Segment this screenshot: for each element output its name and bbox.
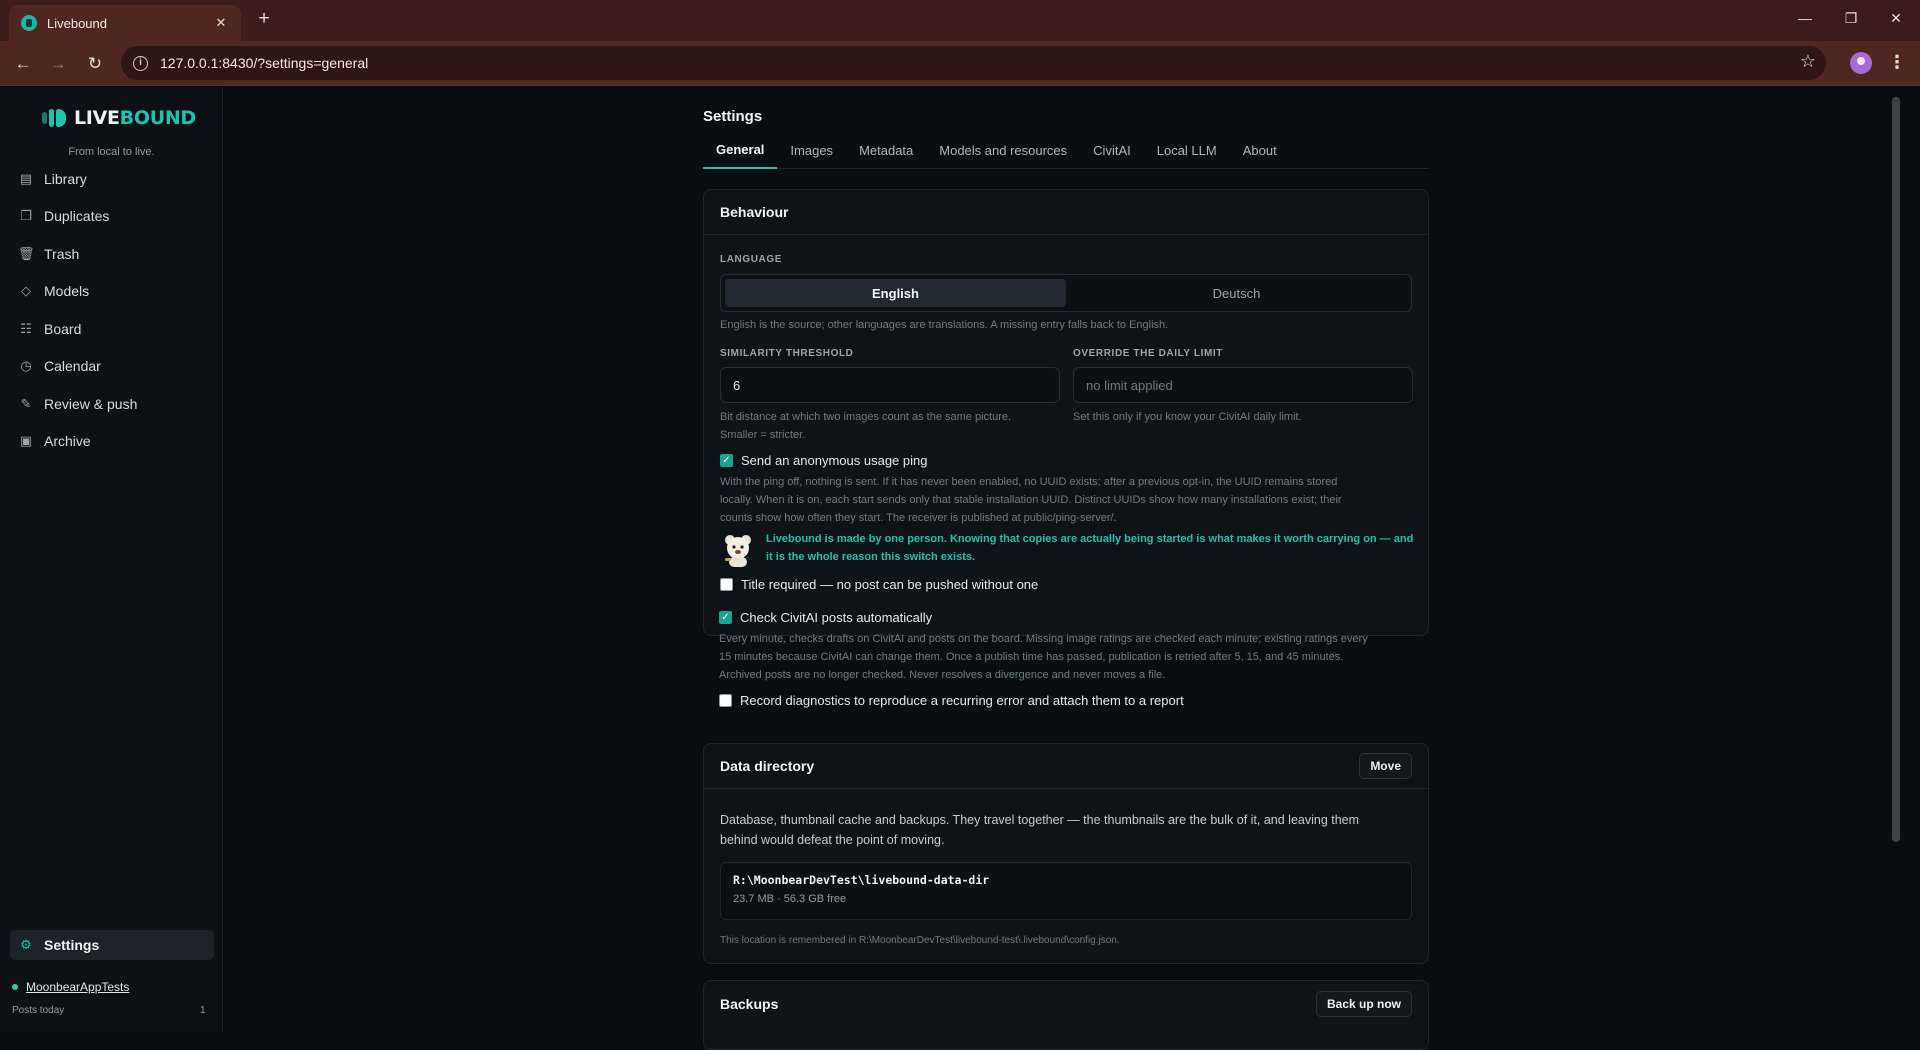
sidebar-item-label: Board — [44, 321, 82, 337]
sidebar-item-label: Review & push — [44, 396, 138, 412]
backups-card: Backups Back up now — [703, 980, 1429, 1050]
site-info-icon[interactable]: i — [133, 55, 148, 71]
sidebar-item-trash[interactable]: 🗑 Trash — [10, 239, 214, 269]
browser-tab-strip: Livebound ✕ + — ❐ ✕ — [0, 0, 1920, 41]
sidebar-item-duplicates[interactable]: ❐ Duplicates — [10, 201, 214, 231]
scrollbar-thumb[interactable] — [1892, 97, 1900, 842]
logo[interactable]: LIVEBOUND — [42, 103, 196, 133]
restore-icon[interactable]: ❐ — [1841, 10, 1861, 27]
page-scrollbar[interactable] — [1888, 87, 1904, 1032]
back-up-now-button[interactable]: Back up now — [1315, 990, 1412, 1017]
sidebar-item-label: Duplicates — [44, 208, 110, 224]
tab-metadata[interactable]: Metadata — [846, 132, 926, 169]
sidebar-item-board[interactable]: ☷ Board — [10, 314, 214, 344]
sidebar-item-archive[interactable]: ▣ Archive — [10, 426, 214, 456]
sidebar: LIVEBOUND From local to live. ▤ Library … — [0, 87, 223, 1032]
new-tab-icon[interactable]: + — [254, 9, 274, 29]
browser-tab[interactable]: Livebound ✕ — [9, 5, 241, 41]
civitai-hint-line-1: Every minute, checks drafts on CivitAI a… — [719, 633, 1368, 645]
browser-toolbar: ← → ↻ i 127.0.0.1:8430/?settings=general… — [0, 41, 1920, 86]
sidebar-item-label: Trash — [44, 246, 80, 262]
diagnostics-label: Record diagnostics to reproduce a recurr… — [740, 693, 1184, 708]
backups-card-header: Backups Back up now — [704, 981, 1428, 1026]
settings-tabs: General Images Metadata Models and resou… — [703, 132, 1429, 169]
sidebar-item-settings[interactable]: ⚙ Settings — [10, 930, 214, 960]
move-button[interactable]: Move — [1359, 753, 1412, 779]
profile-avatar-icon[interactable] — [1850, 52, 1872, 74]
tab-local-llm[interactable]: Local LLM — [1144, 132, 1230, 169]
trash-icon: 🗑 — [18, 246, 35, 261]
posts-today-label: Posts today — [12, 1005, 65, 1016]
close-window-icon[interactable]: ✕ — [1886, 10, 1906, 27]
back-icon[interactable]: ← — [12, 53, 34, 75]
sidebar-item-review-push[interactable]: ✎ Review & push — [10, 389, 214, 419]
online-status-icon — [12, 984, 18, 990]
data-directory-path-box: R:\MoonbearDevTest\livebound-data-dir 23… — [720, 862, 1412, 920]
diagnostics-checkbox[interactable] — [719, 694, 732, 707]
sidebar-item-label: Library — [44, 171, 87, 187]
favicon-icon — [21, 15, 37, 31]
logo-icon — [42, 106, 70, 130]
sidebar-item-models[interactable]: ◇ Models — [10, 276, 214, 306]
settings-sliders-icon: ⚙ — [20, 937, 32, 952]
calendar-icon: ◷ — [20, 358, 32, 373]
minimize-icon[interactable]: — — [1795, 10, 1815, 26]
civitai-auto-check-label: Check CivitAI posts automatically — [740, 610, 933, 625]
forward-icon[interactable]: → — [47, 53, 69, 75]
archive-icon: ▣ — [19, 433, 33, 448]
tab-models-and-resources[interactable]: Models and resources — [926, 132, 1080, 169]
sidebar-item-label: Models — [44, 283, 90, 299]
url-text[interactable]: 127.0.0.1:8430/?settings=general — [160, 55, 368, 71]
sidebar-item-label: Calendar — [44, 358, 101, 374]
board-icon: ☷ — [20, 321, 32, 336]
library-icon: ▤ — [19, 171, 33, 186]
close-tab-icon[interactable]: ✕ — [213, 15, 229, 31]
data-directory-description: Database, thumbnail cache and backups. T… — [720, 813, 1360, 847]
behaviour-options-lower: ✓ Check CivitAI posts automatically Ever… — [703, 189, 1429, 708]
reload-icon[interactable]: ↻ — [84, 53, 106, 75]
sidebar-item-label: Settings — [44, 937, 100, 953]
data-directory-path: R:\MoonbearDevTest\livebound-data-dir — [733, 873, 990, 887]
civitai-hint-line-3: Archived posts are no longer checked. Ne… — [719, 669, 1166, 681]
duplicates-icon: ❐ — [20, 208, 32, 223]
backups-title: Backups — [720, 995, 779, 1012]
tab-images[interactable]: Images — [777, 132, 846, 169]
tab-about[interactable]: About — [1230, 132, 1290, 169]
data-directory-title: Data directory — [720, 758, 815, 774]
page-title: Settings — [703, 108, 763, 125]
models-icon: ◇ — [21, 283, 31, 298]
sidebar-item-label: Archive — [44, 433, 91, 449]
tab-general[interactable]: General — [703, 132, 778, 169]
account-link[interactable]: MoonbearAppTests — [12, 980, 129, 994]
tab-civitai[interactable]: CivitAI — [1080, 132, 1144, 169]
bookmark-star-icon[interactable]: ☆ — [1800, 51, 1816, 72]
config-location-note: This location is remembered in R:\Moonbe… — [720, 935, 1120, 946]
civitai-auto-check-checkbox[interactable]: ✓ — [719, 611, 732, 624]
address-bar[interactable]: i 127.0.0.1:8430/?settings=general ☆ — [121, 46, 1826, 80]
civitai-hint-line-2: 15 minutes because CivitAI can change th… — [719, 651, 1344, 663]
diagnostics-row[interactable]: Record diagnostics to reproduce a recurr… — [719, 693, 1184, 708]
data-directory-card: Data directory Move Database, thumbnail … — [703, 743, 1429, 964]
posts-today-count: 1 — [200, 1005, 206, 1016]
sidebar-item-library[interactable]: ▤ Library — [10, 164, 214, 194]
data-directory-size: 23.7 MB · 56.3 GB free — [733, 893, 847, 905]
browser-menu-icon[interactable]: ⋮ — [1888, 52, 1906, 73]
account-name[interactable]: MoonbearAppTests — [26, 980, 129, 994]
data-directory-card-header: Data directory Move — [704, 744, 1428, 789]
sidebar-item-calendar[interactable]: ◷ Calendar — [10, 351, 214, 381]
tagline: From local to live. — [68, 146, 155, 158]
review-icon: ✎ — [20, 396, 32, 411]
logo-text: LIVEBOUND — [74, 107, 196, 129]
civitai-auto-check-row[interactable]: ✓ Check CivitAI posts automatically — [719, 610, 932, 625]
browser-tab-title: Livebound — [47, 15, 107, 31]
